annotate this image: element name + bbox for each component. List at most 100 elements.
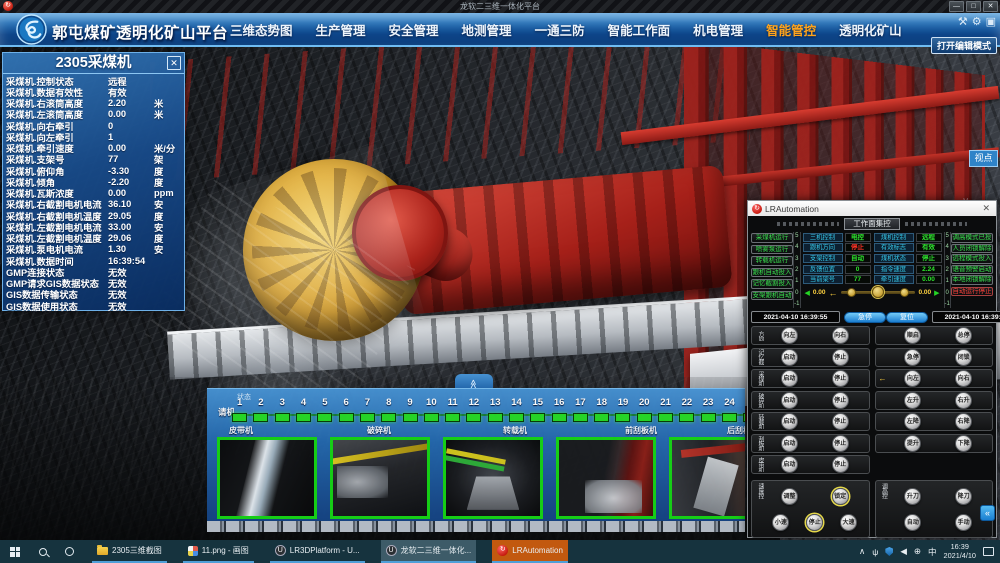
network-globe-icon[interactable]: ⊕ [914, 546, 921, 557]
nav-menu-item[interactable]: 安全管理 [389, 20, 439, 39]
slider-track[interactable] [841, 291, 916, 294]
round-control-button[interactable]: 停止 [832, 435, 849, 452]
mode-button[interactable]: 喷雾泵运行 [751, 245, 793, 255]
support-status-cell[interactable]: 14 [506, 397, 527, 427]
mode-button[interactable]: 记忆截割投入 [751, 279, 793, 289]
support-status-cell[interactable]: 7 [357, 397, 378, 427]
round-control-button[interactable]: 向左 [781, 327, 798, 344]
round-control-button[interactable]: 总停 [955, 327, 972, 344]
slider-knob[interactable] [847, 288, 856, 297]
gear-icon[interactable]: ⚙ [972, 15, 982, 28]
support-status-cell[interactable]: 18 [591, 397, 612, 427]
mode-button[interactable]: 转载机运行 [751, 256, 793, 266]
support-status-cell[interactable]: 8 [378, 397, 399, 427]
close-button[interactable]: ✕ [983, 1, 998, 12]
support-status-cell[interactable]: 20 [634, 397, 655, 427]
support-status-cell[interactable]: 22 [676, 397, 697, 427]
defender-shield-icon[interactable] [885, 547, 893, 556]
round-control-button[interactable]: 右升 [955, 392, 972, 409]
camera-thumbnail[interactable] [330, 437, 430, 519]
taskbar-item-lr3dplatform[interactable]: U LR3DPlatform - U... [270, 540, 365, 563]
round-control-button[interactable]: 左升 [904, 392, 921, 409]
support-status-cell[interactable]: 9 [399, 397, 420, 427]
mode-button[interactable]: 人员闭锁解除 [951, 244, 993, 254]
round-control-button[interactable]: 大速 [840, 514, 857, 531]
round-control-button[interactable]: 右降 [955, 413, 972, 430]
camera-thumbnail[interactable] [217, 437, 317, 519]
auto-stop-button[interactable]: 自动运行停止 [951, 287, 993, 297]
taskbar-item-lrautomation[interactable]: ↻ LRAutomation [492, 540, 568, 563]
round-control-button[interactable]: 急停 [904, 349, 921, 366]
round-control-button[interactable]: 停止 [832, 413, 849, 430]
camera-thumbnail[interactable] [556, 437, 656, 519]
nav-menu-item[interactable]: 智能管控 [766, 20, 816, 39]
round-control-button[interactable]: 启动 [781, 370, 798, 387]
round-control-button[interactable]: 降刀 [955, 488, 972, 505]
slider-knob[interactable] [900, 288, 909, 297]
hidden-icons-chevron[interactable]: ∧ [859, 546, 865, 557]
camera-thumbnail[interactable] [443, 437, 543, 519]
workface-control-tab[interactable]: 工作面集控 [844, 218, 900, 230]
support-status-cell[interactable]: 3 [272, 397, 293, 427]
round-control-button[interactable]: 停止 [832, 456, 849, 473]
round-control-button[interactable]: 提升 [904, 435, 921, 452]
mode-button[interactable]: 调高模式已投 [951, 233, 993, 243]
support-status-cell[interactable]: 10 [421, 397, 442, 427]
thumbnail-filmstrip[interactable] [207, 521, 745, 532]
round-control-button[interactable]: 启动 [781, 349, 798, 366]
notification-center-icon[interactable] [983, 547, 994, 556]
support-status-cell[interactable]: 11 [442, 397, 463, 427]
support-status-cell[interactable]: 25 [740, 397, 745, 427]
reset-button[interactable]: 复位 [886, 312, 928, 323]
mode-button[interactable]: 跟机自动投入 [751, 268, 793, 278]
open-edit-mode-button[interactable]: 打开编辑模式 [931, 37, 997, 54]
round-control-button[interactable]: 启动 [781, 456, 798, 473]
round-control-button[interactable]: 启动 [781, 413, 798, 430]
mode-button[interactable]: 远程模式投入 [951, 254, 993, 264]
taskbar-item-platform-active[interactable]: U 龙软二三维一体化... [381, 540, 477, 563]
taskbar-clock[interactable]: 16:39 2021/4/10 [944, 543, 976, 560]
minimize-button[interactable]: — [949, 1, 964, 12]
taskbar-item-screenshot-folder[interactable]: 2305三维截图 [92, 540, 167, 563]
round-control-button[interactable]: 闭锁 [955, 349, 972, 366]
support-status-cell[interactable]: 15 [527, 397, 548, 427]
nav-menu-item[interactable]: 生产管理 [316, 20, 366, 39]
round-control-button[interactable]: 顺启 [904, 327, 921, 344]
round-control-button[interactable]: 停止 [832, 349, 849, 366]
collapse-panel-button[interactable]: « [980, 505, 995, 521]
round-control-button[interactable]: 向左 [904, 370, 921, 387]
support-status-cell[interactable]: 13 [485, 397, 506, 427]
support-status-cell[interactable]: 2 [250, 397, 271, 427]
round-control-button[interactable]: 启动 [781, 435, 798, 452]
round-control-button[interactable]: 锁定 [832, 488, 849, 505]
taskbar-item-paint[interactable]: 11.png - 画图 [183, 540, 254, 563]
slider-knob-main[interactable] [872, 286, 884, 298]
taskbar-search-button[interactable] [30, 540, 56, 563]
support-status-cell[interactable]: 16 [548, 397, 569, 427]
mode-button[interactable]: 采煤机运行 [751, 233, 793, 243]
support-status-cell[interactable]: 5 [314, 397, 335, 427]
emergency-stop-button[interactable]: 急停 [844, 312, 886, 323]
nav-menu-item[interactable]: 透明化矿山 [839, 20, 902, 39]
support-status-cell[interactable]: 1 [229, 397, 250, 427]
round-control-button[interactable]: 左降 [904, 413, 921, 430]
support-status-cell[interactable]: 6 [335, 397, 356, 427]
start-button[interactable] [0, 540, 30, 563]
support-status-cell[interactable]: 17 [570, 397, 591, 427]
viewpoint-tab[interactable]: 视点 [969, 150, 998, 167]
camera-thumbnail[interactable] [669, 437, 745, 519]
support-status-cell[interactable]: 21 [655, 397, 676, 427]
mode-button[interactable]: 支架跟机自动 [751, 291, 793, 301]
support-status-cell[interactable]: 19 [612, 397, 633, 427]
round-control-button[interactable]: 向右 [955, 370, 972, 387]
task-view-button[interactable] [56, 540, 82, 563]
round-control-button[interactable]: 停止 [806, 514, 823, 531]
round-control-button[interactable]: 向右 [832, 327, 849, 344]
support-status-cell[interactable]: 23 [698, 397, 719, 427]
nav-menu-item[interactable]: 一通三防 [535, 20, 585, 39]
mode-button[interactable]: 语音预警启动 [951, 265, 993, 275]
round-control-button[interactable]: 自动 [904, 514, 921, 531]
round-control-button[interactable]: 升刀 [904, 488, 921, 505]
support-status-cell[interactable]: 24 [719, 397, 740, 427]
restore-window-icon[interactable]: ▣ [986, 15, 996, 28]
